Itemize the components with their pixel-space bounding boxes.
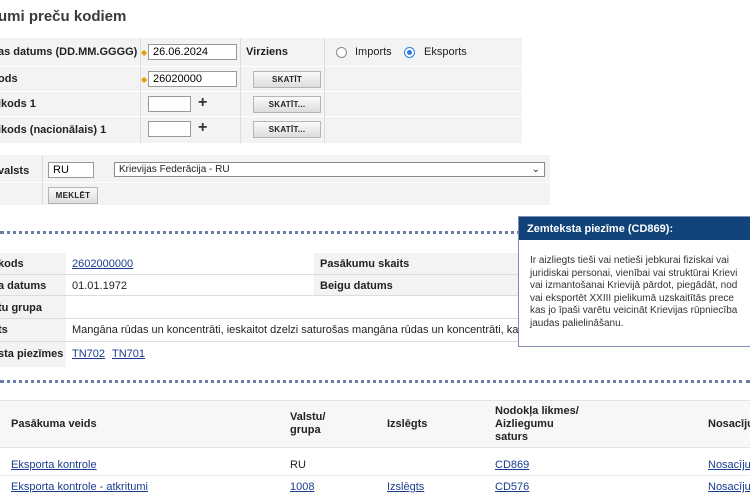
code-input[interactable] <box>148 71 237 87</box>
measure-conditions-link[interactable]: Nosacīju <box>708 459 750 471</box>
direction-label: Virziens <box>246 46 288 58</box>
measure-type-link[interactable]: Eksporta kontrole - atkritumi <box>11 481 148 493</box>
description-value: Mangāna rūdas un koncentrāti, ieskaitot … <box>72 324 539 336</box>
date-label: as datums (DD.MM.GGGG) <box>0 46 138 58</box>
description-label: ts <box>0 324 8 336</box>
grid-divider <box>0 295 520 296</box>
popup-text-line: kas jo īpaši varētu veicināt Krievijas r… <box>530 305 738 316</box>
grid-divider <box>0 318 520 319</box>
start-date-value: 01.01.1972 <box>72 280 128 292</box>
end-date-label: Beigu datums <box>320 280 393 292</box>
grid-divider <box>324 38 325 143</box>
import-radio[interactable] <box>336 47 347 58</box>
country-select[interactable]: Krievijas Federācija - RU ⌄ <box>114 162 545 177</box>
measures-count-label: Pasākumu skaits <box>320 258 410 270</box>
header-excluded: Izslēgts <box>387 418 428 430</box>
header-duty: Nodokļa likmes/ Aizliegumu saturs <box>495 405 579 444</box>
measure-conditions-link[interactable]: Nosacīju <box>708 481 750 493</box>
export-label: Eksports <box>424 46 467 58</box>
date-input[interactable] <box>148 44 237 60</box>
section-separator <box>0 380 750 383</box>
country-code-input[interactable] <box>48 162 94 178</box>
header-conditions: Nosacīju <box>708 418 750 430</box>
measure-country-link[interactable]: 1008 <box>290 481 314 493</box>
header-country: Valstu/ grupa <box>290 411 325 437</box>
grid-divider <box>42 155 43 205</box>
popup-text-line: vai izmantošanai Krievijā pārdot, piegād… <box>530 280 738 291</box>
table-row <box>0 455 750 476</box>
footnotes-label: sta piezīmes <box>0 348 64 360</box>
national-code-label: ikods (nacionālais) 1 <box>0 124 107 136</box>
show-button[interactable]: SKATĪT <box>253 71 321 88</box>
popup-text-line: jaudas palielināšanu. <box>530 317 624 329</box>
measure-type-link[interactable]: Eksporta kontrole <box>11 459 97 471</box>
code-label: ods <box>0 73 18 85</box>
measure-country: RU <box>290 459 306 471</box>
import-label: Imports <box>355 46 392 58</box>
footnote-popup: Zemteksta piezīme (CD869): Ir aizliegts … <box>518 216 750 347</box>
header-duty-line: saturs <box>495 431 529 443</box>
country-select-value: Krievijas Federācija - RU <box>119 164 230 175</box>
grid-divider <box>0 341 520 342</box>
header-country-line: grupa <box>290 424 321 436</box>
export-radio[interactable] <box>404 47 415 58</box>
measure-excluded-link[interactable]: Izslēgts <box>387 481 424 493</box>
national-code-input[interactable] <box>148 121 191 137</box>
header-duty-line: Aizliegumu <box>495 418 554 430</box>
popup-text-line: juridiskai personai, vienībai vai strukt… <box>530 267 738 279</box>
page-title: umi preču kodiem <box>0 8 127 25</box>
header-country-line: Valstu/ <box>290 411 326 423</box>
chevron-down-icon: ⌄ <box>531 164 540 175</box>
group-label: tu grupa <box>0 302 42 314</box>
grid-divider <box>240 38 241 143</box>
add-plus-icon[interactable]: + <box>198 120 207 136</box>
show-more-button[interactable]: SKATĪT... <box>253 96 321 113</box>
grid-divider <box>0 274 520 275</box>
popup-title: Zemteksta piezīme (CD869): <box>519 217 750 240</box>
country-label: valsts <box>0 165 30 177</box>
measure-duty-link[interactable]: CD869 <box>495 459 529 471</box>
popup-text-line: vai eksportēt XXIII pielikumā uzskaitītā… <box>530 292 734 304</box>
show-more-button[interactable]: SKATĪT... <box>253 121 321 138</box>
footnote-link-1[interactable]: TN702 <box>72 348 105 360</box>
search-button[interactable]: MEKLĒT <box>48 187 98 204</box>
footnote-link-2[interactable]: TN701 <box>112 348 145 360</box>
details-code-label: kods <box>0 258 24 270</box>
header-measure-type: Pasākuma veids <box>11 418 97 430</box>
required-marker-icon: ◆ <box>141 75 148 84</box>
add-plus-icon[interactable]: + <box>198 95 207 111</box>
popup-body: Ir aizliegts tieši vai netieši jebkurai … <box>519 240 750 330</box>
header-duty-line: Nodokļa likmes/ <box>495 405 579 417</box>
start-date-label: a datums <box>0 280 47 292</box>
measures-header-bg <box>0 400 750 448</box>
details-code-link[interactable]: 2602000000 <box>72 258 133 270</box>
additional-code-label: ikods 1 <box>0 98 36 110</box>
measure-duty-link[interactable]: CD576 <box>495 481 529 493</box>
required-marker-icon: ◆ <box>141 48 148 57</box>
additional-code-input[interactable] <box>148 96 191 112</box>
popup-text-line: Ir aizliegts tieši vai netieši jebkurai … <box>530 255 729 266</box>
